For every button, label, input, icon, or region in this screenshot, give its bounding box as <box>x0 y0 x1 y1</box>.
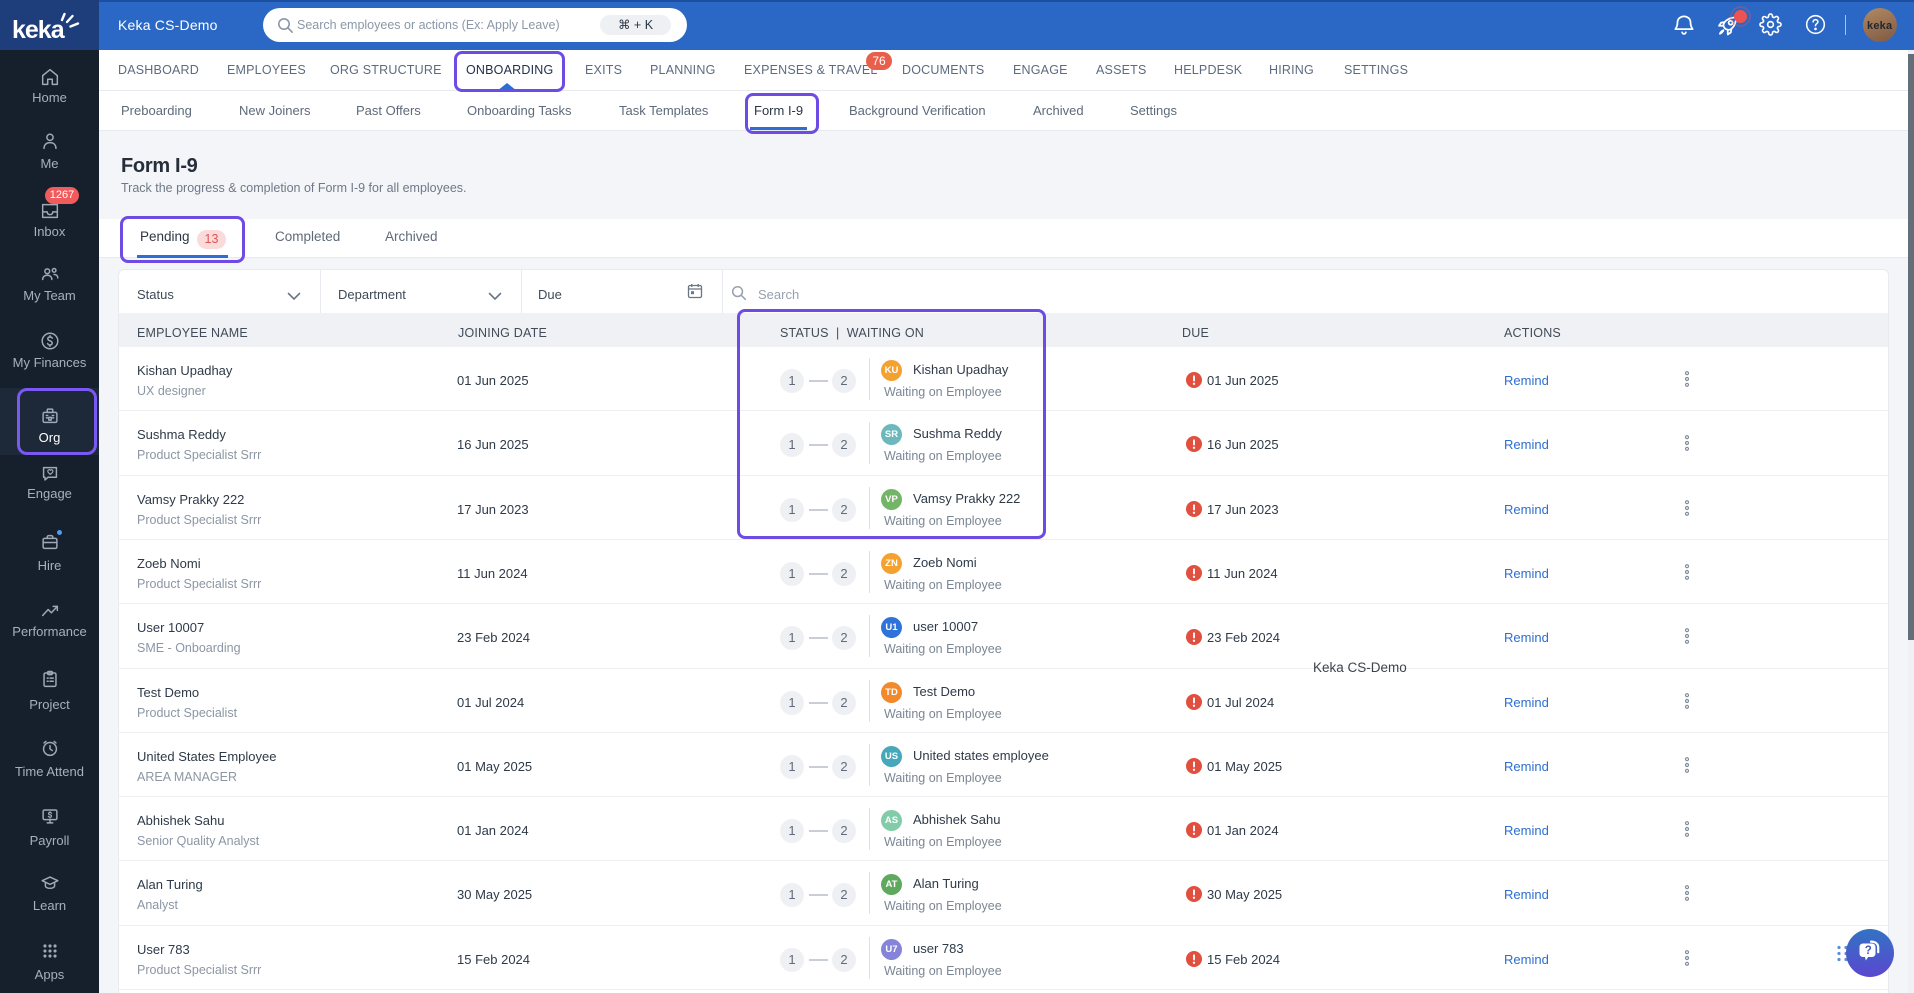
svg-text:?: ? <box>1865 945 1872 957</box>
svg-text:keka: keka <box>12 16 66 42</box>
